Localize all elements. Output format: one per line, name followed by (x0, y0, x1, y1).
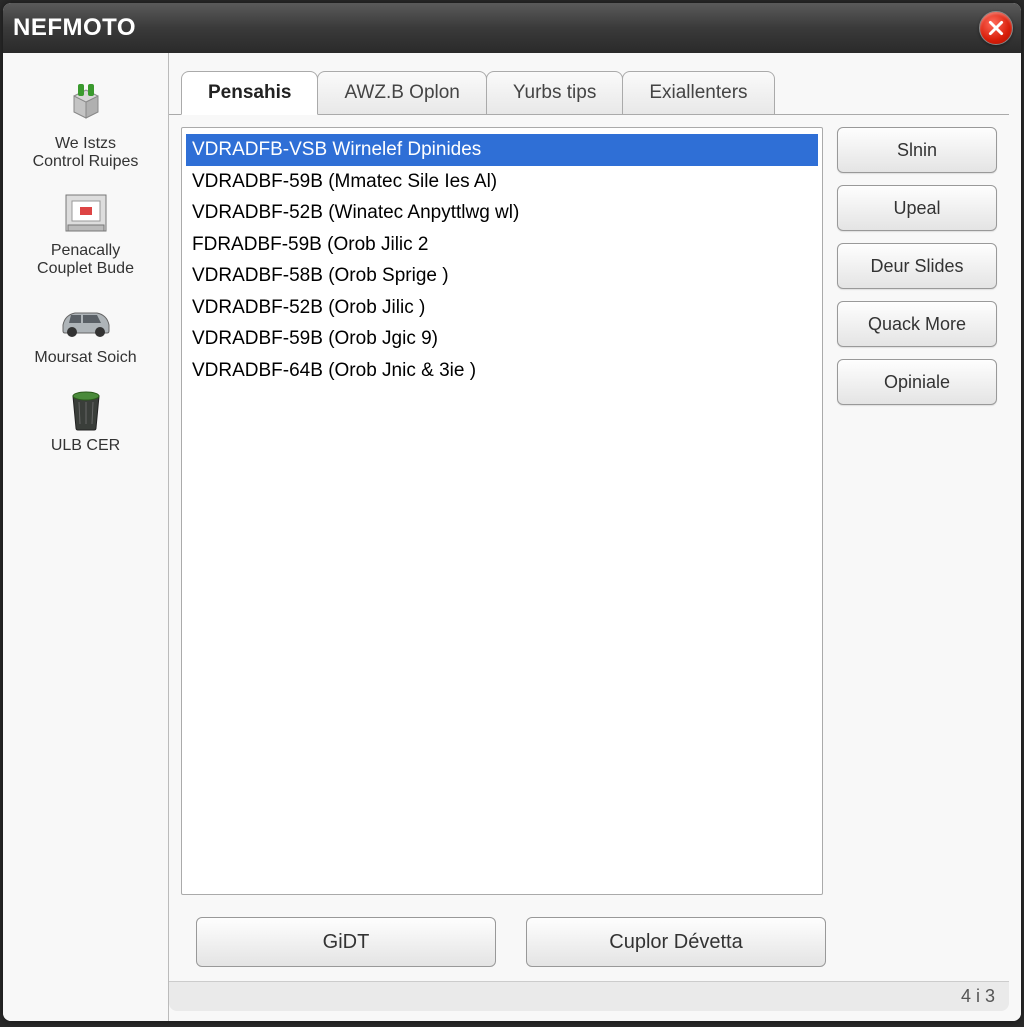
close-button[interactable] (979, 11, 1013, 45)
item-listbox[interactable]: VDRADFB-VSB Wirnelef Dpinides VDRADBF-59… (181, 127, 823, 895)
bottom-bar: GiDT Cuplor Dévetta (169, 907, 1009, 981)
close-icon (987, 19, 1005, 37)
sidebar-item-ulb-cer[interactable]: ULB CER (11, 385, 160, 455)
sidebar-item-moursat-soich[interactable]: Moursat Soich (11, 297, 160, 367)
device-icon (57, 190, 115, 238)
list-item[interactable]: VDRADBF-64B (Orob Jnic & 3ie ) (186, 355, 818, 387)
tab-yurbs-tips[interactable]: Yurbs tips (486, 71, 623, 114)
upeal-button[interactable]: Upeal (837, 185, 997, 231)
window-title: NEFMOTO (13, 14, 136, 42)
trash-icon (57, 385, 115, 433)
gidt-button[interactable]: GiDT (196, 917, 496, 967)
car-icon (57, 297, 115, 345)
deur-slides-button[interactable]: Deur Slides (837, 243, 997, 289)
list-item[interactable]: VDRADBF-59B (Mmatec Sile Ies Al) (186, 166, 818, 198)
titlebar: NEFMOTO (3, 3, 1021, 53)
opiniale-button[interactable]: Opiniale (837, 359, 997, 405)
sidebar-item-label: Moursat Soich (34, 349, 136, 367)
list-item[interactable]: VDRADBF-59B (Orob Jgic 9) (186, 323, 818, 355)
status-text: 4 i 3 (961, 986, 995, 1006)
list-item[interactable]: FDRADBF-59B (Orob Jilic 2 (186, 229, 818, 261)
action-buttons: Slnin Upeal Deur Slides Quack More Opini… (837, 127, 997, 895)
slnin-button[interactable]: Slnin (837, 127, 997, 173)
sidebar-item-label: We Istzs Control Ruipes (33, 135, 139, 172)
tab-panel: VDRADFB-VSB Wirnelef Dpinides VDRADBF-59… (169, 115, 1009, 907)
tab-pensahis[interactable]: Pensahis (181, 71, 318, 115)
status-bar: 4 i 3 (169, 981, 1009, 1011)
tab-bar: Pensahis AWZ.B Oplon Yurbs tips Exiallen… (169, 71, 1009, 115)
list-item[interactable]: VDRADBF-52B (Orob Jilic ) (186, 292, 818, 324)
tab-awzb-oplon[interactable]: AWZ.B Oplon (317, 71, 486, 114)
content-area: We Istzs Control Ruipes Penacally Couple… (3, 53, 1021, 1021)
sidebar: We Istzs Control Ruipes Penacally Couple… (3, 53, 168, 1021)
tab-exiallenters[interactable]: Exiallenters (622, 71, 774, 114)
sidebar-item-label: ULB CER (51, 437, 120, 455)
list-item[interactable]: VDRADBF-52B (Winatec Anpyttlwg wl) (186, 197, 818, 229)
main-panel: Pensahis AWZ.B Oplon Yurbs tips Exiallen… (168, 53, 1021, 1021)
sidebar-item-couplet-bude[interactable]: Penacally Couplet Bude (11, 190, 160, 279)
quack-more-button[interactable]: Quack More (837, 301, 997, 347)
cube-icon (57, 83, 115, 131)
list-item[interactable]: VDRADBF-58B (Orob Sprige ) (186, 260, 818, 292)
cuplor-devetta-button[interactable]: Cuplor Dévetta (526, 917, 826, 967)
sidebar-item-label: Penacally Couplet Bude (37, 242, 134, 279)
app-window: NEFMOTO We Istzs Control Ruipes (3, 3, 1021, 1021)
sidebar-item-control-ruipes[interactable]: We Istzs Control Ruipes (11, 83, 160, 172)
list-item[interactable]: VDRADFB-VSB Wirnelef Dpinides (186, 134, 818, 166)
